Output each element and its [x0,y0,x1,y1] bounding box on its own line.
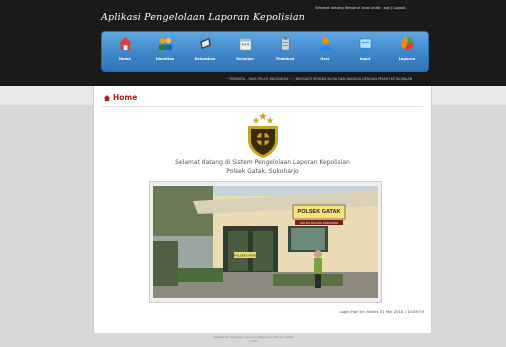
users-icon [158,37,172,51]
title-divider [102,106,423,107]
welcome-location: Polsek Gatak, Sukoharjo [226,168,299,175]
app-title: Aplikasi Pengelolaan Laporan Kepolisian [101,12,305,23]
nav-item-identitas[interactable]: Identitas [147,36,183,61]
login-timestamp: Login Hari ini: Kamis 31 Mei 2018 | 10:4… [339,309,424,314]
form-icon [359,38,371,51]
nav-label-laporan: Laporan [398,57,416,61]
nav-item-user[interactable]: User [307,36,343,61]
welcome-message: Selamat datang di Sistem Pengelolaan Lap… [175,159,350,166]
user-welcome-bar[interactable]: Selamat datang Ifentaru! level anda : sp… [315,6,406,10]
nav-item-home[interactable]: Home [107,36,143,61]
clipboard-icon [280,36,290,51]
page-title: Home [104,93,137,102]
nav-label-identitas: Identitas [155,57,175,61]
nav-label-kejadian: Kejadian [236,57,254,61]
sign-sub-text: SATUAN WILAYAH KABUPATEN [300,221,339,225]
home-icon [118,36,132,51]
nav-item-kejadian[interactable]: Kejadian [227,36,263,61]
running-text: ~ TRIBRATA - RAHI POLISI INDONESIA ~ | B… [0,76,506,84]
police-emblem-icon [248,112,278,158]
content-panel: Home Selamat datang di Sistem Pengelolaa… [93,86,432,333]
calendar-icon [239,38,251,51]
nav-label-kelurahan: Kelurahan [194,57,216,61]
person-icon [319,37,331,51]
header-bar: Aplikasi Pengelolaan Laporan Kepolisian … [0,0,506,86]
station-photo-frame: POLSEK GATAK SATUAN WILAYAH KABUPATEN PO… [149,181,382,303]
home-icon [104,95,110,101]
sign-main-text: POLSEK GATAK [298,209,341,215]
nav-label-tindakan: Tindakan [275,57,295,61]
book-icon [199,37,211,50]
page-title-text: Home [113,93,138,102]
nav-item-laporan[interactable]: Laporan [389,36,425,61]
piechart-icon [400,37,414,50]
nav-item-kelurahan[interactable]: Kelurahan [187,36,223,61]
nav-label-input: Input [359,57,371,61]
nav-item-tindakan[interactable]: Tindakan [267,36,303,61]
main-nav: Home Identitas Kelurahan Kejadian Tindak… [101,31,429,72]
nav-label-home: Home [119,57,131,61]
running-text-content: ~ TRIBRATA - RAHI POLISI INDONESIA ~ | B… [225,77,413,81]
nav-label-user: User [320,57,330,61]
footer-line2: 2018 [249,339,257,343]
window-sign-text: POLSEK GATAK [234,254,257,258]
footer: Aplikasi Pengelolaan Laporan Kepolisian … [0,335,506,343]
station-photo: POLSEK GATAK SATUAN WILAYAH KABUPATEN PO… [153,186,378,298]
nav-item-input[interactable]: Input [347,36,383,61]
